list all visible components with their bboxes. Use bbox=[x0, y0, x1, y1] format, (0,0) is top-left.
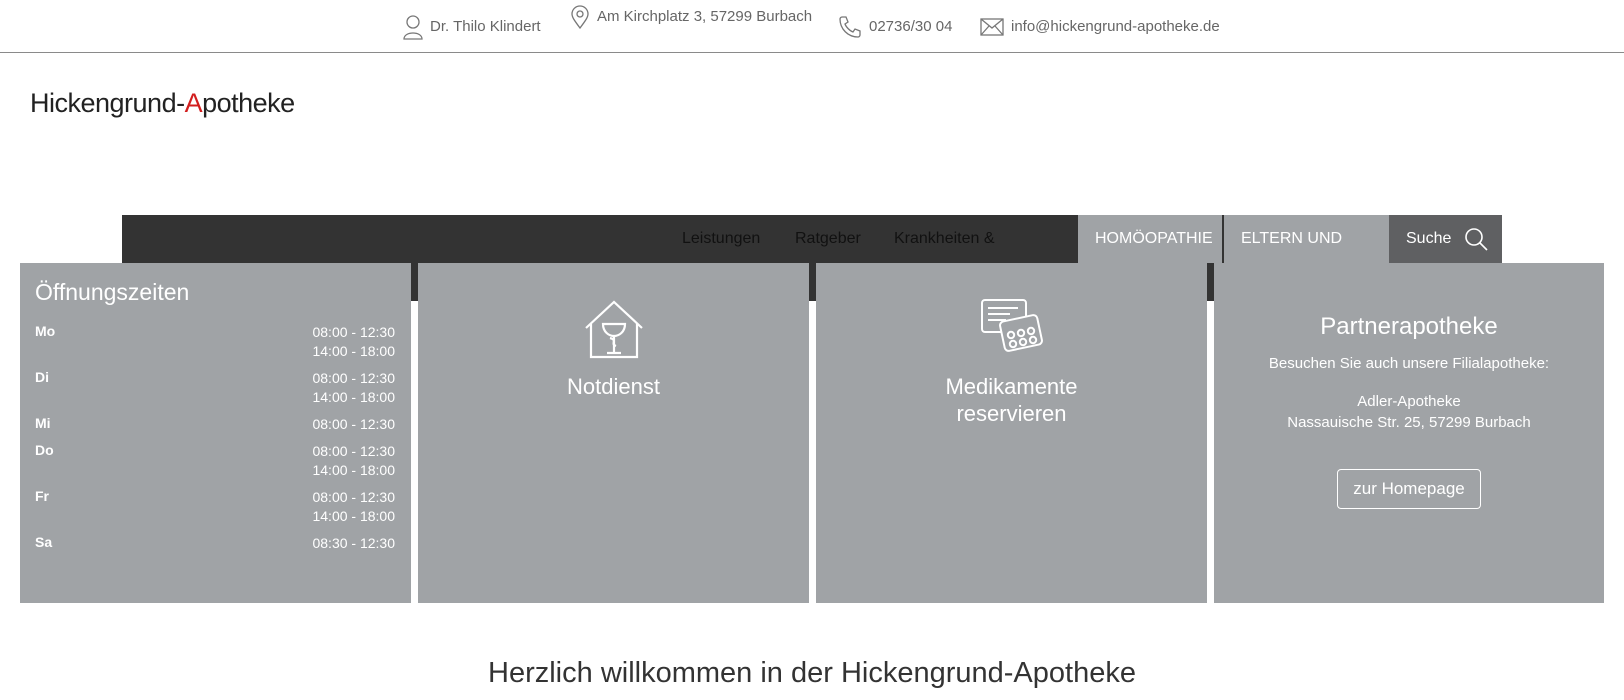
opening-hours-list: Mo 08:00 - 12:30 14:00 - 18:00 Di 08:00 -… bbox=[35, 323, 395, 561]
hours-row: Mo 08:00 - 12:30 14:00 - 18:00 bbox=[35, 323, 395, 361]
contact-phone-text: 02736/30 04 bbox=[869, 18, 953, 35]
hours-time: 14:00 - 18:00 bbox=[312, 462, 395, 478]
partner-details: Adler-Apotheke Nassauische Str. 25, 5729… bbox=[1214, 391, 1604, 433]
hours-row: Mi 08:00 - 12:30 bbox=[35, 415, 395, 434]
nav-tab-eltern[interactable]: ELTERN UND bbox=[1224, 215, 1389, 263]
person-icon bbox=[403, 14, 423, 40]
hours-day: Do bbox=[35, 442, 54, 458]
hours-time: 08:30 - 12:30 bbox=[312, 535, 395, 551]
welcome-heading: Herzlich willkommen in der Hickengrund-A… bbox=[488, 657, 1136, 689]
contact-email-text: info@hickengrund-apotheke.de bbox=[1011, 18, 1220, 35]
hours-time: 08:00 - 12:30 bbox=[312, 324, 395, 340]
partner-tile: Partnerapotheke Besuchen Sie auch unsere… bbox=[1214, 263, 1604, 603]
logo-part2: potheke bbox=[202, 88, 295, 118]
partner-title: Partnerapotheke bbox=[1320, 313, 1498, 340]
nav-item-leistungen[interactable]: Leistungen bbox=[682, 215, 760, 263]
medikamente-label-line1: Medikamente bbox=[945, 374, 1078, 399]
search-icon bbox=[1465, 228, 1488, 251]
nav-item-krankheiten[interactable]: Krankheiten & bbox=[894, 215, 995, 263]
search-button[interactable]: Suche bbox=[1389, 215, 1502, 263]
medikamente-label: Medikamente reservieren bbox=[816, 373, 1207, 427]
opening-hours-tile: Öffnungszeiten Mo 08:00 - 12:30 14:00 - 1… bbox=[20, 263, 411, 603]
contact-email[interactable]: info@hickengrund-apotheke.de bbox=[980, 0, 1220, 53]
medikamente-tile[interactable]: Medikamente reservieren bbox=[816, 263, 1207, 603]
hours-row: Sa 08:30 - 12:30 bbox=[35, 534, 395, 553]
mail-icon bbox=[980, 17, 1004, 36]
contact-address: Am Kirchplatz 3, 57299 Burbach bbox=[570, 0, 812, 43]
hours-day: Mo bbox=[35, 323, 56, 339]
partner-homepage-button[interactable]: zur Homepage bbox=[1337, 469, 1481, 509]
hours-time: 14:00 - 18:00 bbox=[312, 389, 395, 405]
hours-time: 08:00 - 12:30 bbox=[312, 489, 395, 505]
medikamente-icon-wrap bbox=[816, 298, 1207, 354]
contact-name-text: Dr. Thilo Klindert bbox=[430, 18, 541, 35]
logo-accent: A bbox=[184, 88, 203, 118]
hours-day: Mi bbox=[35, 415, 51, 431]
partner-address: Nassauische Str. 25, 57299 Burbach bbox=[1287, 414, 1531, 431]
nav-tab-homoeopathie[interactable]: HOMÖOPATHIE bbox=[1078, 215, 1222, 263]
site-logo[interactable]: Hickengrund-Apotheke bbox=[30, 88, 295, 119]
partner-text: Besuchen Sie auch unsere Filialapotheke: bbox=[1268, 355, 1550, 372]
contact-name: Dr. Thilo Klindert bbox=[403, 0, 541, 53]
location-pin-icon bbox=[571, 4, 589, 29]
prescription-pills-icon bbox=[980, 299, 1043, 352]
hours-time: 14:00 - 18:00 bbox=[312, 343, 395, 359]
nav-item-ratgeber[interactable]: Ratgeber bbox=[795, 215, 861, 263]
hours-time: 14:00 - 18:00 bbox=[312, 508, 395, 524]
logo-part1: Hickengrund- bbox=[30, 88, 185, 118]
hours-day: Di bbox=[35, 369, 49, 385]
hours-day: Fr bbox=[35, 488, 49, 504]
medikamente-label-line2: reservieren bbox=[956, 401, 1067, 426]
contact-bar: Dr. Thilo Klindert Am Kirchplatz 3, 5729… bbox=[0, 0, 1624, 53]
hours-time: 08:00 - 12:30 bbox=[312, 416, 395, 432]
hours-time: 08:00 - 12:30 bbox=[312, 370, 395, 386]
phone-icon bbox=[839, 15, 861, 38]
search-label: Suche bbox=[1406, 230, 1452, 247]
notdienst-label: Notdienst bbox=[567, 374, 660, 399]
contact-phone[interactable]: 02736/30 04 bbox=[838, 0, 952, 53]
hours-row: Fr 08:00 - 12:30 14:00 - 18:00 bbox=[35, 488, 395, 526]
hours-row: Do 08:00 - 12:30 14:00 - 18:00 bbox=[35, 442, 395, 480]
opening-hours-title: Öffnungszeiten bbox=[35, 279, 190, 305]
pharmacy-house-icon bbox=[584, 300, 643, 359]
hours-time: 08:00 - 12:30 bbox=[312, 443, 395, 459]
notdienst-tile[interactable]: Notdienst bbox=[418, 263, 809, 603]
hours-day: Sa bbox=[35, 534, 53, 550]
partner-name: Adler-Apotheke bbox=[1357, 393, 1461, 410]
hours-row: Di 08:00 - 12:30 14:00 - 18:00 bbox=[35, 369, 395, 407]
contact-address-text: Am Kirchplatz 3, 57299 Burbach bbox=[597, 8, 813, 25]
notdienst-icon-wrap bbox=[418, 298, 809, 360]
